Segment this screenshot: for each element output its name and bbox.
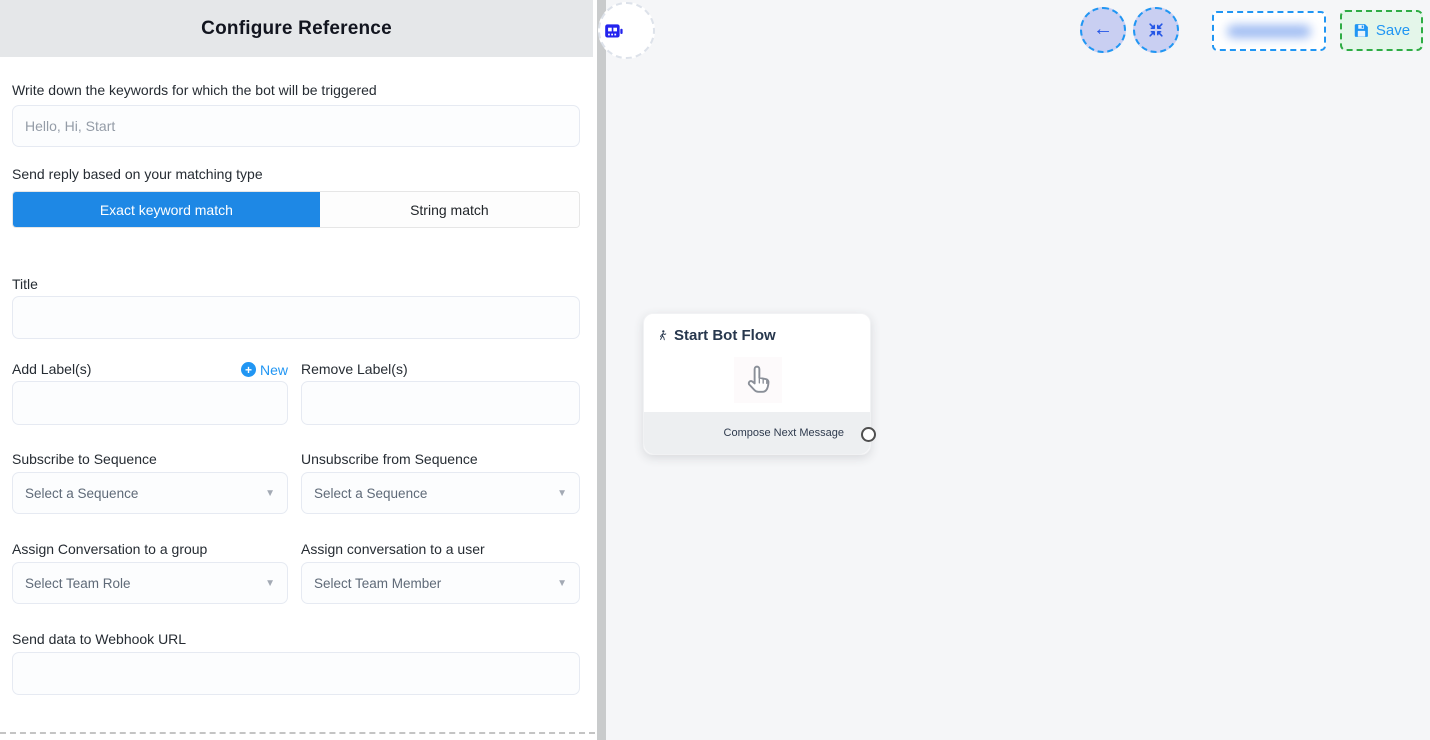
flow-canvas[interactable]: Start Bot Flow Compose Next Message	[606, 0, 1430, 740]
new-link-text: New	[260, 362, 288, 378]
panel-header: Configure Reference	[0, 0, 593, 57]
webhook-label: Send data to Webhook URL	[12, 631, 580, 648]
keywords-label: Write down the keywords for which the bo…	[12, 82, 580, 99]
assign-user-select[interactable]: Select Team Member ▼	[301, 562, 580, 604]
blurred-action-button[interactable]	[1212, 11, 1326, 51]
save-button-label: Save	[1376, 22, 1410, 39]
title-label: Title	[12, 276, 580, 293]
webhook-input[interactable]	[12, 652, 580, 695]
matching-type-label: Send reply based on your matching type	[12, 166, 580, 183]
new-label-link[interactable]: + New	[241, 362, 288, 378]
page-title: Configure Reference	[201, 18, 392, 40]
chevron-down-icon: ▼	[557, 488, 567, 499]
assign-group-value: Select Team Role	[25, 576, 131, 591]
node-footer: Compose Next Message	[644, 412, 870, 454]
assign-user-value: Select Team Member	[314, 576, 441, 591]
subscribe-sequence-label: Subscribe to Sequence	[12, 451, 288, 468]
node-header: Start Bot Flow	[644, 314, 870, 344]
bot-icon	[603, 20, 624, 41]
unsubscribe-sequence-label: Unsubscribe from Sequence	[301, 451, 580, 468]
configure-reference-panel: Configure Reference Write down the keywo…	[0, 0, 597, 740]
subscribe-sequence-value: Select a Sequence	[25, 486, 138, 501]
hand-pointer-cursor	[734, 357, 782, 403]
add-labels-input[interactable]	[12, 381, 288, 425]
blurred-label	[1227, 25, 1311, 38]
node-title: Start Bot Flow	[674, 327, 776, 344]
tab-string-match[interactable]: String match	[320, 192, 579, 227]
tab-exact-keyword-match[interactable]: Exact keyword match	[13, 192, 320, 227]
back-button[interactable]: ←	[1080, 7, 1126, 53]
panel-bottom-divider	[0, 732, 595, 734]
unsubscribe-sequence-value: Select a Sequence	[314, 486, 427, 501]
add-labels-label: Add Label(s)	[12, 361, 91, 378]
scrollbar-thumb[interactable]	[597, 0, 606, 740]
fit-view-icon	[1147, 21, 1165, 39]
subscribe-sequence-select[interactable]: Select a Sequence ▼	[12, 472, 288, 514]
start-bot-flow-node[interactable]: Start Bot Flow Compose Next Message	[643, 313, 871, 455]
walking-person-icon	[657, 328, 668, 343]
assign-user-label: Assign conversation to a user	[301, 541, 580, 558]
save-button[interactable]: Save	[1340, 10, 1423, 51]
assign-group-select[interactable]: Select Team Role ▼	[12, 562, 288, 604]
unsubscribe-sequence-select[interactable]: Select a Sequence ▼	[301, 472, 580, 514]
panel-body: Write down the keywords for which the bo…	[0, 82, 597, 695]
hand-pointer-icon	[740, 362, 776, 398]
assign-group-label: Assign Conversation to a group	[12, 541, 288, 558]
bot-node-puck[interactable]	[598, 2, 655, 59]
back-arrow-icon: ←	[1093, 19, 1113, 39]
chevron-down-icon: ▼	[557, 578, 567, 589]
panel-scrollbar[interactable]	[597, 0, 606, 740]
plus-circle-icon: +	[241, 362, 256, 377]
chevron-down-icon: ▼	[265, 578, 275, 589]
remove-labels-label: Remove Label(s)	[301, 361, 580, 378]
keywords-input[interactable]	[12, 105, 580, 147]
compose-next-message-label: Compose Next Message	[724, 427, 844, 439]
matching-type-tabs: Exact keyword match String match	[12, 191, 580, 228]
fit-view-button[interactable]	[1133, 7, 1179, 53]
save-floppy-icon	[1353, 22, 1370, 39]
remove-labels-input[interactable]	[301, 381, 580, 425]
chevron-down-icon: ▼	[265, 488, 275, 499]
connection-handle[interactable]	[861, 427, 876, 442]
title-input[interactable]	[12, 296, 580, 339]
